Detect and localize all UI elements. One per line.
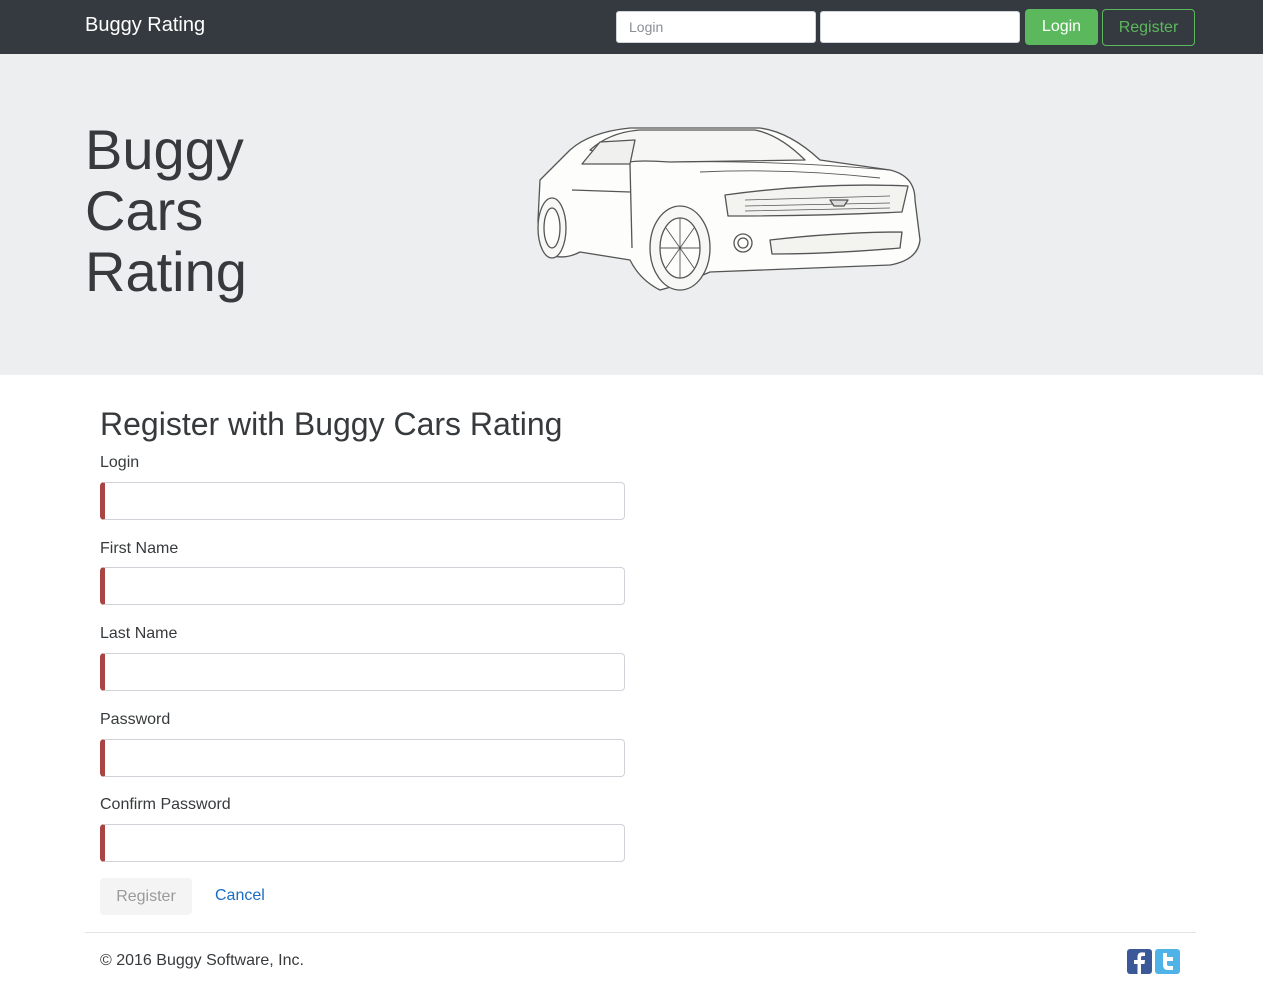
hero-title-line: Cars bbox=[85, 179, 204, 242]
nav-register-button[interactable]: Register bbox=[1102, 9, 1195, 46]
first-name-input[interactable] bbox=[100, 567, 625, 605]
confirm-password-input[interactable] bbox=[100, 824, 625, 862]
copyright-text: © 2016 Buggy Software, Inc. bbox=[100, 952, 304, 969]
first-name-label: First Name bbox=[100, 540, 179, 557]
form-title: Register with Buggy Cars Rating bbox=[100, 406, 563, 442]
top-navbar: Buggy Rating Login Register bbox=[0, 0, 1263, 54]
facebook-glyph-icon bbox=[1134, 952, 1145, 974]
brand-link[interactable]: Buggy Rating bbox=[85, 14, 205, 37]
register-submit-button[interactable]: Register bbox=[100, 878, 192, 915]
last-name-input[interactable] bbox=[100, 653, 625, 691]
login-label: Login bbox=[100, 454, 140, 471]
confirm-password-label: Confirm Password bbox=[100, 796, 231, 813]
cancel-link[interactable]: Cancel bbox=[215, 887, 265, 905]
password-label: Password bbox=[100, 711, 171, 728]
nav-login-button[interactable]: Login bbox=[1025, 9, 1098, 45]
hero-title-line: Buggy bbox=[85, 118, 244, 181]
last-name-label: Last Name bbox=[100, 625, 178, 642]
footer-divider bbox=[85, 932, 1196, 933]
car-sketch-icon bbox=[537, 127, 921, 291]
hero-banner: Buggy Cars Rating bbox=[0, 54, 1263, 375]
facebook-icon[interactable] bbox=[1127, 949, 1152, 974]
nav-login-input[interactable] bbox=[616, 11, 816, 43]
hero-title-line: Rating bbox=[85, 240, 247, 303]
login-input[interactable] bbox=[100, 482, 625, 520]
twitter-glyph-icon bbox=[1163, 953, 1173, 970]
nav-password-input[interactable] bbox=[820, 11, 1020, 43]
password-input[interactable] bbox=[100, 739, 625, 777]
twitter-icon[interactable] bbox=[1155, 949, 1180, 974]
hero-title: Buggy Cars Rating bbox=[85, 119, 285, 302]
